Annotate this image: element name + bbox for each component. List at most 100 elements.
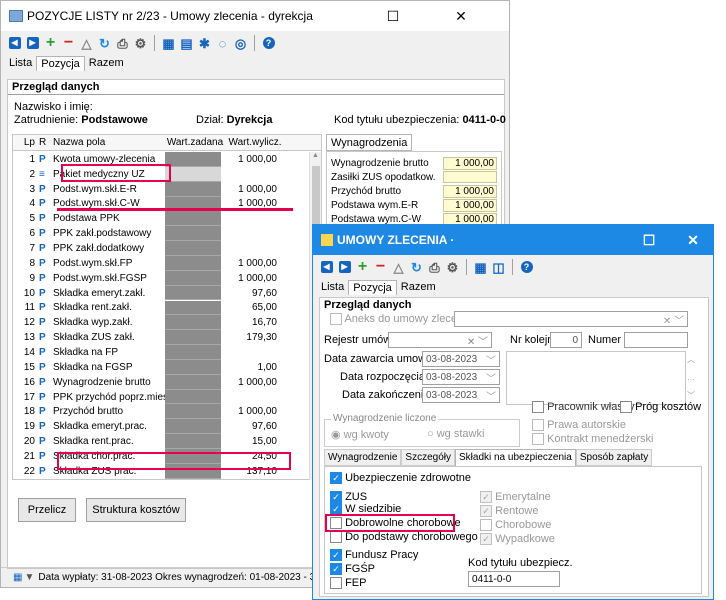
fgsp-checkbox[interactable]: ✓	[330, 563, 342, 576]
table-row[interactable]: 9 P Podst.wym.skł.FGŚP 1 000,00	[13, 270, 309, 286]
help-icon[interactable]: ?	[519, 260, 534, 275]
subtab-skladki[interactable]: Składki na ubezpieczenia	[454, 449, 576, 466]
refresh-icon[interactable]: ↻	[409, 260, 424, 275]
radio-rate[interactable]: ○ wg stawki	[427, 428, 484, 440]
settings-icon[interactable]: ⚙	[445, 260, 460, 275]
table-row[interactable]: 7 P PPK zakł.dodatkowy	[13, 241, 309, 256]
tab-lista[interactable]: Lista	[317, 280, 348, 295]
manager-contract-checkbox[interactable]	[532, 433, 544, 446]
print-icon[interactable]: ⎙	[427, 260, 442, 275]
help-icon[interactable]: ?	[261, 36, 276, 51]
pension-checkbox[interactable]: ✓	[480, 491, 492, 504]
tab-pozycja[interactable]: Pozycja	[348, 280, 397, 295]
tab-lista[interactable]: Lista	[5, 56, 36, 71]
date-start-input[interactable]: 03-08-2023 ﹀	[422, 369, 500, 385]
tools-icon[interactable]: ✱	[197, 36, 212, 51]
cell-wz[interactable]	[165, 226, 221, 242]
disability-checkbox[interactable]: ✓	[480, 505, 492, 518]
table-row[interactable]: 3 P Podst.wym.skł.E-R 1 000,00	[13, 181, 309, 197]
notes-scroll[interactable]: ︿… ﹀	[686, 351, 696, 405]
recalc-button[interactable]: Przelicz	[18, 498, 76, 522]
labor-fund-checkbox[interactable]: ✓	[330, 549, 342, 562]
sickness-checkbox[interactable]	[480, 519, 492, 532]
tab-wynagrodzenia[interactable]: Wynagrodzenia	[326, 134, 413, 151]
cell-wz[interactable]	[165, 330, 221, 346]
register-select[interactable]: ✕ ﹀	[388, 332, 492, 348]
cell-wz[interactable]	[165, 241, 221, 256]
cell-wz[interactable]	[165, 404, 221, 420]
link-icon[interactable]: ◫	[491, 260, 506, 275]
accident-checkbox[interactable]: ✓	[480, 533, 492, 546]
cell-wz[interactable]	[165, 300, 221, 316]
copyright-checkbox[interactable]	[532, 419, 544, 432]
sick-base-checkbox[interactable]	[330, 531, 342, 544]
table-row[interactable]: 20 P Składka rent.prac. 15,00	[13, 434, 309, 449]
scroll-up-icon[interactable]: ▲	[310, 152, 321, 159]
subtab-szczegoly[interactable]: Szczegóły	[401, 449, 455, 466]
cell-wz[interactable]	[165, 285, 221, 301]
cell-wz[interactable]	[165, 270, 221, 286]
cell-wz[interactable]	[165, 315, 221, 331]
calc-icon[interactable]: ▦	[161, 36, 176, 51]
tab-pozycja[interactable]: Pozycja	[36, 56, 85, 71]
cell-wz[interactable]	[165, 359, 221, 375]
table-row[interactable]: 6 P PPK zakł.podstawowy	[13, 226, 309, 242]
annex-select[interactable]: ✕ ﹀	[454, 311, 688, 327]
cell-wz[interactable]	[165, 255, 221, 271]
cell-wz[interactable]	[165, 419, 221, 435]
notes-textarea[interactable]	[506, 351, 686, 405]
health-checkbox[interactable]: ✓	[330, 472, 342, 485]
close-button[interactable]: ✕	[673, 225, 713, 255]
fep-checkbox[interactable]	[330, 577, 342, 590]
table-icon[interactable]: ▤	[179, 36, 194, 51]
table-row[interactable]: 16 P Wynagrodzenie brutto 1 000,00	[13, 374, 309, 390]
next-icon[interactable]: ▶	[337, 260, 352, 275]
date-conclusion-input[interactable]: 03-08-2023 ﹀	[422, 351, 500, 367]
cell-wz[interactable]	[165, 152, 221, 167]
next-icon[interactable]: ▶	[25, 36, 40, 51]
cell-wz[interactable]	[165, 181, 221, 197]
remove-icon[interactable]: −	[61, 35, 76, 51]
cell-wz[interactable]	[165, 389, 221, 405]
own-employee-checkbox[interactable]	[532, 401, 544, 414]
tab-razem[interactable]: Razem	[85, 56, 128, 71]
remove-icon[interactable]: −	[373, 259, 388, 275]
table-row[interactable]: 19 P Składka emeryt.prac. 97,60	[13, 419, 309, 435]
prev-icon[interactable]: ◀	[319, 260, 334, 275]
table-row[interactable]: 15 P Składka na FGŚP 1,00	[13, 359, 309, 375]
table-row[interactable]: 5 P Podstawa PPK	[13, 211, 309, 227]
annex-checkbox[interactable]	[330, 313, 342, 326]
table-row[interactable]: 8 P Podst.wym.skł.FP 1 000,00	[13, 255, 309, 271]
cell-wz[interactable]	[165, 374, 221, 390]
radio-amount[interactable]: ◉ wg kwoty	[331, 428, 389, 441]
search-icon[interactable]: ◎	[233, 36, 248, 51]
table-row[interactable]: 18 P Przychód brutto 1 000,00	[13, 404, 309, 420]
warning-icon[interactable]: △	[79, 36, 94, 51]
cell-wz[interactable]	[165, 434, 221, 449]
add-icon[interactable]: +	[355, 259, 370, 275]
subtab-sposob-zaplaty[interactable]: Sposób zapłaty	[575, 449, 653, 466]
cell-wz[interactable]	[165, 211, 221, 227]
close-button[interactable]: ✕	[441, 1, 481, 31]
table-row[interactable]: 14 P Składka na FP	[13, 345, 309, 360]
warning-icon[interactable]: △	[391, 260, 406, 275]
tab-razem[interactable]: Razem	[397, 280, 440, 295]
prev-icon[interactable]: ◀	[7, 36, 22, 51]
settings-icon[interactable]: ⚙	[133, 36, 148, 51]
add-icon[interactable]: +	[43, 35, 58, 51]
date-end-input[interactable]: 03-08-2023 ﹀	[422, 387, 500, 403]
table-row[interactable]: 17 P PPK przychód poprz.mies.	[13, 389, 309, 405]
subtab-wynagrodzenie[interactable]: Wynagrodzenie	[324, 449, 402, 466]
cell-wz[interactable]	[165, 166, 221, 182]
cost-threshold-checkbox[interactable]	[620, 401, 632, 414]
table-row[interactable]: 10 P Składka emeryt.zakł. 97,60	[13, 285, 309, 301]
zus-checkbox[interactable]: ✓	[330, 491, 342, 504]
seq-input[interactable]: 0	[550, 332, 582, 348]
maximize-button[interactable]: ☐	[629, 225, 669, 255]
filter-icon[interactable]: ▼	[24, 572, 34, 583]
cell-wz[interactable]	[165, 345, 221, 360]
number-input[interactable]	[624, 332, 688, 348]
calc-icon[interactable]: ▦	[473, 260, 488, 275]
circle-icon[interactable]: ◌	[215, 36, 230, 51]
table-row[interactable]: 12 P Składka wyp.zakł. 16,70	[13, 315, 309, 331]
